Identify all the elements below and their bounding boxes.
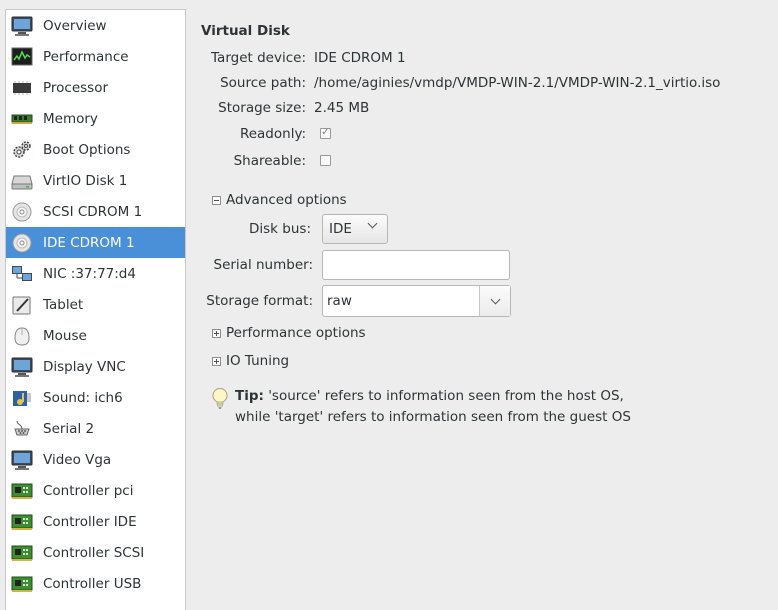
serial-number-label: Serial number: [213,257,314,273]
monitor-icon [11,15,33,37]
section-title: Virtual Disk [201,23,290,39]
sidebar-item-label: Tablet [43,296,84,313]
disk-bus-label: Disk bus: [249,221,311,237]
controller-card-icon [11,573,33,595]
sidebar-item[interactable]: Mouse [6,320,185,351]
cdrom-icon [11,201,33,223]
device-list[interactable]: Overview Performance Processor Memory Boot O… [5,9,186,610]
performance-options-expander[interactable]: Performance options [212,325,366,341]
shareable-label: Shareable: [233,153,306,169]
performance-chart-icon [11,46,33,68]
gears-icon [11,139,33,161]
cdrom-icon [11,232,33,254]
sidebar-item[interactable]: NIC :37:77:d4 [6,258,185,289]
storage-format-label: Storage format: [206,293,313,309]
controller-card-icon [11,480,33,502]
collapse-icon [212,195,221,205]
advanced-options-expander[interactable]: Advanced options [212,192,347,208]
sidebar-item[interactable]: SCSI CDROM 1 [6,196,185,227]
hard-disk-icon [11,170,33,192]
sidebar-item[interactable]: Memory [6,103,185,134]
lightbulb-icon [210,387,230,428]
tip-line-1: 'source' refers to information seen from… [263,388,624,404]
sidebar-item-label: Memory [43,110,98,127]
sidebar-item[interactable]: Tablet [6,289,185,320]
sidebar-item[interactable]: Processor [6,72,185,103]
memory-ram-icon [11,108,33,130]
storage-size-value: 2.45 MB [314,100,370,116]
controller-card-icon [11,511,33,533]
tip-text: Tip: 'source' refers to information seen… [235,386,631,428]
sidebar-item-label: Processor [43,79,109,96]
disk-bus-value: IDE [329,221,352,237]
sidebar-item-label: Performance [43,48,129,65]
chevron-down-icon [490,294,500,304]
chevron-down-icon [367,218,378,229]
sidebar-item[interactable]: Boot Options [6,134,185,165]
serial-port-icon [11,418,33,440]
sidebar-item-label: Mouse [43,327,87,344]
storage-format-combo[interactable]: raw [322,285,511,317]
sidebar-item-label: SCSI CDROM 1 [43,203,143,220]
shareable-checkbox[interactable] [320,155,331,166]
readonly-label: Readonly: [239,126,306,142]
video-card-icon [11,449,33,471]
tablet-icon [11,294,33,316]
source-path-label: Source path: [220,75,306,91]
sidebar-item-label: VirtIO Disk 1 [43,172,128,189]
storage-format-dropdown-button[interactable] [479,286,510,316]
target-device-value: IDE CDROM 1 [314,50,406,66]
controller-card-icon [11,542,33,564]
sidebar-item-label: Overview [43,17,107,34]
sidebar-item[interactable]: Serial 2 [6,413,185,444]
sidebar-item-label: Video Vga [43,451,112,468]
device-details-panel: Virtual Disk Target device: IDE CDROM 1 … [200,0,770,604]
network-icon [11,263,33,285]
sound-card-icon [11,387,33,409]
cpu-chip-icon [11,77,33,99]
sidebar-item[interactable]: Performance [6,41,185,72]
expand-icon [212,328,221,338]
expand-icon [212,356,221,366]
sidebar-item[interactable]: Controller IDE [6,506,185,537]
io-tuning-expander[interactable]: IO Tuning [212,353,289,369]
sidebar-item[interactable]: Overview [6,10,185,41]
sidebar-item[interactable]: Video Vga [6,444,185,475]
sidebar-item[interactable]: IDE CDROM 1 [6,227,185,258]
advanced-options-label: Advanced options [226,192,347,208]
sidebar-item[interactable]: Sound: ich6 [6,382,185,413]
storage-format-value[interactable]: raw [327,293,352,309]
tip-prefix: Tip: [235,388,264,404]
sidebar-item-label: Serial 2 [43,420,95,437]
disk-bus-select[interactable]: IDE [322,214,388,244]
sidebar-item-label: Boot Options [43,141,131,158]
display-icon [11,356,33,378]
sidebar-item-label: NIC :37:77:d4 [43,265,136,282]
sidebar-item[interactable]: Controller pci [6,475,185,506]
mouse-icon [11,325,33,347]
target-device-label: Target device: [211,50,306,66]
sidebar-item[interactable]: VirtIO Disk 1 [6,165,185,196]
io-tuning-label: IO Tuning [226,353,290,369]
tip-line-2: while 'target' refers to information see… [235,409,631,425]
sidebar-item-label: Controller pci [43,482,134,499]
sidebar-item-label: Controller USB [43,575,142,592]
sidebar-item-label: Controller SCSI [43,544,145,561]
storage-size-label: Storage size: [218,100,306,116]
sidebar-item-label: Controller IDE [43,513,137,530]
sidebar-item-label: Sound: ich6 [43,389,123,406]
sidebar-item[interactable]: Controller SCSI [6,537,185,568]
readonly-checkbox[interactable] [320,125,331,139]
sidebar-item[interactable]: Display VNC [6,351,185,382]
serial-number-input[interactable] [322,250,510,280]
sidebar-item-label: IDE CDROM 1 [43,234,135,251]
sidebar-item-label: Display VNC [43,358,126,375]
sidebar-item[interactable]: Controller USB [6,568,185,599]
tip-box: Tip: 'source' refers to information seen… [210,386,631,428]
performance-options-label: Performance options [226,325,366,341]
source-path-value: /home/aginies/vmdp/VMDP-WIN-2.1/VMDP-WIN… [314,75,721,91]
